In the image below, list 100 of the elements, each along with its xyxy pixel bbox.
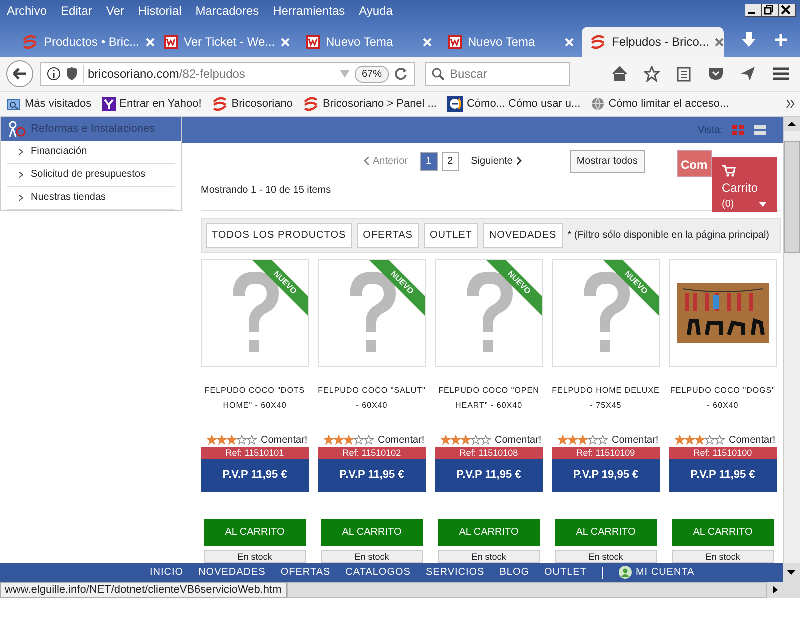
- account-link[interactable]: MI CUENTA: [618, 565, 695, 580]
- reference-label: Ref: 11510100: [669, 447, 777, 459]
- price-label: P.V.P 11,95 €: [318, 459, 426, 492]
- stock-label: En stock: [204, 550, 306, 563]
- footer-nav-link[interactable]: INICIO: [150, 565, 184, 580]
- bookmark[interactable]: Cómo limitar el acceso...: [588, 94, 732, 114]
- browser-tab[interactable]: Felpudos - Brico...: [582, 27, 724, 57]
- footer-nav-link[interactable]: NOVEDADES: [198, 565, 266, 580]
- shield-icon: [66, 67, 78, 81]
- browser-tab[interactable]: Productos • Bric...: [14, 27, 156, 57]
- bookmark[interactable]: Entrar en Yahoo!: [98, 94, 205, 114]
- price-label: P.V.P 19,95 €: [552, 459, 660, 492]
- swirl-logo-icon: [22, 35, 38, 49]
- product-name[interactable]: FELPUDO COCO "OPEN HEART" - 60X40: [435, 367, 543, 427]
- sidebar-link[interactable]: Nuestras tiendas: [7, 187, 175, 210]
- comment-link[interactable]: Comentar!: [261, 432, 308, 448]
- cart-panel[interactable]: Carrito (0): [712, 157, 777, 212]
- browser-tab[interactable]: Ver Ticket - We...: [156, 27, 298, 57]
- footer-nav-link[interactable]: OUTLET: [544, 565, 587, 580]
- star-outline-icon[interactable]: [644, 66, 660, 82]
- menu-item[interactable]: Historial: [131, 0, 189, 22]
- view-label: Vista:: [698, 124, 723, 138]
- minimize-icon[interactable]: [745, 4, 762, 17]
- vertical-scrollbar[interactable]: [783, 117, 800, 563]
- filter-button[interactable]: OUTLET: [424, 223, 478, 248]
- back-icon[interactable]: [6, 60, 34, 88]
- stock-label: En stock: [672, 550, 774, 563]
- list-view-icon[interactable]: [753, 124, 767, 136]
- pocket-icon[interactable]: [708, 66, 724, 82]
- swirl-logo-icon: [212, 97, 228, 111]
- product-name[interactable]: FELPUDO COCO "DOTS HOME" - 60X40: [201, 367, 309, 427]
- scroll-up-icon: [784, 117, 800, 131]
- bookmark[interactable]: Cómo... Cómo usar u...: [444, 94, 584, 114]
- comment-link[interactable]: Comentar!: [495, 432, 542, 448]
- divider-icon: [602, 566, 604, 578]
- add-to-cart-button[interactable]: AL CARRITO: [321, 519, 423, 546]
- product-name[interactable]: FELPUDO COCO "SALUT" - 60X40: [318, 367, 426, 427]
- product-name[interactable]: FELPUDO COCO "DOGS" - 60X40: [669, 367, 777, 427]
- show-all-button[interactable]: Mostrar todos: [570, 150, 645, 172]
- cart-title: Carrito: [722, 180, 760, 197]
- comment-link[interactable]: Comentar!: [729, 432, 776, 448]
- caret-down-icon: [759, 202, 767, 207]
- cart-icon: [722, 164, 736, 177]
- bookmark[interactable]: Bricosoriano: [208, 94, 296, 114]
- swirl-logo-icon: [590, 35, 606, 49]
- add-to-cart-button[interactable]: AL CARRITO: [438, 519, 540, 546]
- filter-button[interactable]: OFERTAS: [357, 223, 419, 248]
- product-image-frame[interactable]: [669, 259, 777, 367]
- menu-item[interactable]: Marcadores: [188, 0, 266, 22]
- chevron-right-icon: [19, 172, 23, 178]
- filter-button[interactable]: TODOS LOS PRODUCTOS: [206, 223, 352, 248]
- filter-button[interactable]: NOVEDADES: [483, 223, 563, 248]
- reference-label: Ref: 11510101: [201, 447, 309, 459]
- add-to-cart-button[interactable]: AL CARRITO: [672, 519, 774, 546]
- sidebar-link[interactable]: Solicitud de presupuestos: [7, 164, 175, 187]
- menu-icon[interactable]: [772, 66, 790, 82]
- user-icon: [618, 566, 632, 579]
- add-to-cart-button[interactable]: AL CARRITO: [555, 519, 657, 546]
- download-icon[interactable]: [740, 31, 758, 49]
- previous-link[interactable]: Anterior: [364, 154, 408, 168]
- search-field[interactable]: Buscar: [425, 62, 570, 86]
- paper-plane-icon[interactable]: [740, 66, 756, 82]
- menu-item[interactable]: Archivo: [0, 0, 54, 22]
- browser-tab[interactable]: Nuevo Tema: [440, 27, 582, 57]
- clipboard-icon[interactable]: [676, 66, 692, 82]
- comment-link[interactable]: Comentar!: [378, 432, 425, 448]
- browser-tab[interactable]: Nuevo Tema: [298, 27, 440, 57]
- close-icon[interactable]: [779, 4, 796, 17]
- product-name[interactable]: FELPUDO HOME DELUXE - 75X45: [552, 367, 660, 427]
- new-tab-icon[interactable]: [774, 33, 788, 47]
- menu-item[interactable]: Ver: [99, 0, 132, 22]
- menu-item[interactable]: Herramientas: [266, 0, 352, 22]
- chevron-right-icon[interactable]: [786, 99, 796, 109]
- stock-label: En stock: [555, 550, 657, 563]
- bookmark[interactable]: Bricosoriano > Panel ...: [300, 94, 440, 114]
- footer-nav-link[interactable]: OFERTAS: [280, 565, 331, 580]
- menu-item[interactable]: Ayuda: [352, 0, 400, 22]
- sidebar-link[interactable]: Financiación: [7, 141, 175, 164]
- scroll-down-icon[interactable]: [783, 563, 800, 582]
- address-bar[interactable]: bricosoriano.com/82-felpudos 67%: [40, 62, 415, 86]
- restore-icon[interactable]: [762, 4, 779, 17]
- zoom-level[interactable]: 67%: [354, 66, 389, 82]
- w-logo-icon: [448, 35, 462, 49]
- tools-icon: [7, 120, 27, 138]
- footer-nav-link[interactable]: BLOG: [500, 565, 530, 580]
- reference-label: Ref: 11510108: [435, 447, 543, 459]
- menu-item[interactable]: Editar: [54, 0, 100, 22]
- chevron-right-icon: [516, 157, 522, 165]
- next-link[interactable]: Siguiente: [471, 154, 522, 168]
- page-button[interactable]: 1: [420, 152, 438, 170]
- reload-icon[interactable]: [394, 67, 408, 81]
- horizontal-scrollbar[interactable]: [286, 582, 767, 598]
- page-button[interactable]: 2: [442, 152, 460, 170]
- bookmark[interactable]: Más visitados: [4, 94, 95, 114]
- add-to-cart-button[interactable]: AL CARRITO: [204, 519, 306, 546]
- scroll-thumb[interactable]: [784, 141, 800, 253]
- comment-link[interactable]: Comentar!: [612, 432, 659, 448]
- home-icon[interactable]: [612, 66, 628, 82]
- footer-nav-link[interactable]: CATALOGOS: [346, 565, 411, 580]
- footer-nav-link[interactable]: SERVICIOS: [426, 565, 485, 580]
